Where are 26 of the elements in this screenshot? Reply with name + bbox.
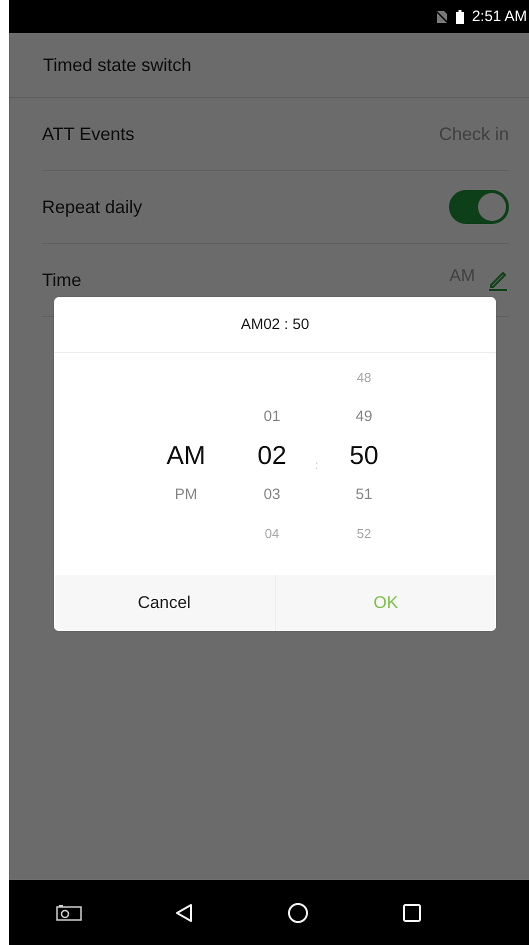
- picker-item[interactable]: 52: [356, 514, 372, 553]
- no-sim-icon: [436, 10, 448, 24]
- picker-item[interactable]: 02: [258, 436, 286, 475]
- status-time: 2:51 AM: [472, 8, 527, 25]
- home-icon[interactable]: [286, 902, 309, 924]
- picker-item[interactable]: 50: [350, 436, 378, 475]
- page-title: Timed state switch: [43, 54, 192, 76]
- picker-item[interactable]: 49: [356, 397, 372, 436]
- setting-label: Time: [42, 270, 82, 290]
- picker-item[interactable]: 48: [356, 358, 372, 397]
- setting-label: Repeat daily: [42, 196, 144, 218]
- separator: :: [315, 458, 320, 472]
- toggle-switch[interactable]: [449, 190, 509, 224]
- picker-item[interactable]: 03: [264, 475, 280, 514]
- picker-item[interactable]: 01: [264, 397, 280, 436]
- battery-icon: [456, 10, 464, 24]
- picker-item[interactable]: 51: [356, 475, 372, 514]
- recents-icon[interactable]: [402, 902, 422, 922]
- picker-item[interactable]: PM: [174, 475, 198, 514]
- picker-item[interactable]: 04: [264, 514, 280, 553]
- setting-label: ATT Events: [42, 124, 136, 144]
- back-icon[interactable]: [175, 902, 194, 922]
- ok-button[interactable]: OK: [274, 575, 496, 631]
- dialog-title: AM02 : 50: [240, 316, 310, 333]
- picker-item[interactable]: AM: [166, 436, 206, 475]
- camera-icon[interactable]: [56, 904, 82, 922]
